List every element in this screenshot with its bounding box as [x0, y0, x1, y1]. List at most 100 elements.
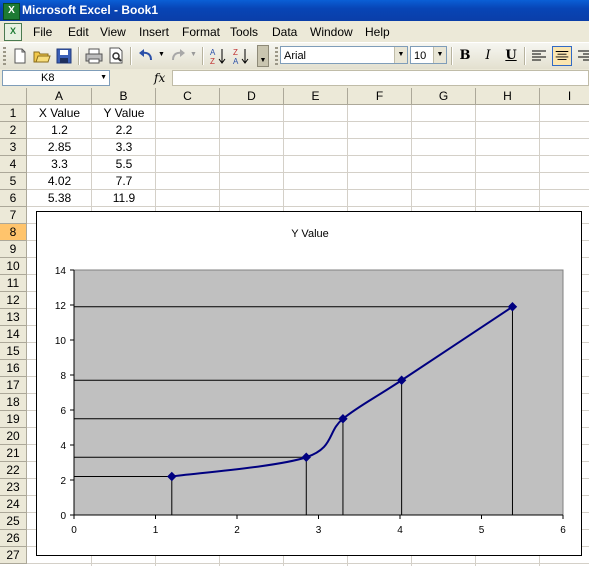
- row-header-16[interactable]: 16: [0, 360, 27, 377]
- svg-text:Z: Z: [210, 57, 215, 66]
- column-header-f[interactable]: F: [348, 88, 412, 105]
- cell-a4[interactable]: 3.3: [27, 156, 92, 173]
- row-header-9[interactable]: 9: [0, 241, 27, 258]
- font-name-select[interactable]: Arial ▼: [280, 46, 408, 64]
- row-header-1[interactable]: 1: [0, 105, 27, 122]
- column-header-i[interactable]: I: [540, 88, 589, 105]
- cell-b1[interactable]: Y Value: [92, 105, 156, 122]
- toolbar-grip[interactable]: [275, 47, 278, 65]
- cell-b5[interactable]: 7.7: [92, 173, 156, 190]
- row-header-13[interactable]: 13: [0, 309, 27, 326]
- menu-edit[interactable]: Edit: [68, 25, 89, 39]
- undo-dropdown-icon[interactable]: ▼: [158, 51, 165, 58]
- cell-b2[interactable]: 2.2: [92, 122, 156, 139]
- y-tick-label: 4: [60, 441, 66, 452]
- row-header-19[interactable]: 19: [0, 411, 27, 428]
- row-header-24[interactable]: 24: [0, 496, 27, 513]
- menu-help[interactable]: Help: [365, 25, 390, 39]
- row-header-14[interactable]: 14: [0, 326, 27, 343]
- row-header-17[interactable]: 17: [0, 377, 27, 394]
- chevron-down-icon[interactable]: ▼: [100, 74, 107, 81]
- cell-a5[interactable]: 4.02: [27, 173, 92, 190]
- y-tick-label: 8: [60, 371, 66, 382]
- name-box[interactable]: K8 ▼: [2, 70, 110, 86]
- cell-b3[interactable]: 3.3: [92, 139, 156, 156]
- row-header-10[interactable]: 10: [0, 258, 27, 275]
- cell-a2[interactable]: 1.2: [27, 122, 92, 139]
- select-all-corner[interactable]: [0, 88, 27, 105]
- embedded-chart[interactable]: Y Value 0 2 4 6 8 10 12 14 0 1 2 3 4 5 6: [36, 211, 582, 556]
- row-header-2[interactable]: 2: [0, 122, 27, 139]
- toolbar-options-icon[interactable]: ▼: [257, 45, 269, 67]
- cell-b6[interactable]: 11.9: [92, 190, 156, 207]
- new-document-icon[interactable]: [10, 46, 30, 66]
- row-header-8[interactable]: 8: [0, 224, 27, 241]
- row-header-22[interactable]: 22: [0, 462, 27, 479]
- column-header-e[interactable]: E: [284, 88, 348, 105]
- row-header-27[interactable]: 27: [0, 547, 27, 564]
- align-center-icon[interactable]: [552, 46, 572, 66]
- redo-dropdown-icon[interactable]: ▼: [190, 51, 197, 58]
- row-header-12[interactable]: 12: [0, 292, 27, 309]
- row-header-26[interactable]: 26: [0, 530, 27, 547]
- bold-button[interactable]: B: [455, 47, 475, 65]
- align-right-icon[interactable]: [575, 46, 589, 66]
- row-header-7[interactable]: 7: [0, 207, 27, 224]
- worksheet-grid[interactable]: ABCDEFGHI 1 2 3 4 5 6 7 8 9 10 11 12 13 14 15 16 17 18 19 2…: [0, 88, 589, 566]
- undo-icon[interactable]: [136, 46, 156, 66]
- y-tick-label: 6: [60, 406, 66, 417]
- workbook-icon[interactable]: X: [4, 23, 22, 41]
- menu-file[interactable]: File: [33, 25, 52, 39]
- excel-app-icon[interactable]: X: [3, 3, 20, 20]
- chevron-down-icon[interactable]: ▼: [433, 47, 446, 63]
- toolbar-grip[interactable]: [3, 47, 6, 65]
- row-header-11[interactable]: 11: [0, 275, 27, 292]
- row-header-23[interactable]: 23: [0, 479, 27, 496]
- cell-a6[interactable]: 5.38: [27, 190, 92, 207]
- cell-a1[interactable]: X Value: [27, 105, 92, 122]
- toolbar-separator: [130, 47, 132, 65]
- print-icon[interactable]: [84, 46, 104, 66]
- column-header-d[interactable]: D: [220, 88, 284, 105]
- sort-descending-icon[interactable]: ZA: [231, 46, 251, 66]
- font-size-select[interactable]: 10 ▼: [410, 46, 447, 64]
- column-header-h[interactable]: H: [476, 88, 540, 105]
- row-header-15[interactable]: 15: [0, 343, 27, 360]
- column-header-a[interactable]: A: [27, 88, 92, 105]
- menu-view[interactable]: View: [100, 25, 126, 39]
- open-folder-icon[interactable]: [32, 46, 52, 66]
- row-header-20[interactable]: 20: [0, 428, 27, 445]
- row-header-3[interactable]: 3: [0, 139, 27, 156]
- row-header-18[interactable]: 18: [0, 394, 27, 411]
- svg-text:A: A: [210, 48, 216, 57]
- row-header-21[interactable]: 21: [0, 445, 27, 462]
- save-icon[interactable]: [54, 46, 74, 66]
- row-header-4[interactable]: 4: [0, 156, 27, 173]
- italic-button[interactable]: I: [478, 47, 498, 65]
- menu-format[interactable]: Format: [182, 25, 220, 39]
- row-header-25[interactable]: 25: [0, 513, 27, 530]
- column-header-b[interactable]: B: [92, 88, 156, 105]
- redo-icon[interactable]: [168, 46, 188, 66]
- cell-a3[interactable]: 2.85: [27, 139, 92, 156]
- x-tick-label: 6: [560, 525, 566, 536]
- column-header-c[interactable]: C: [156, 88, 220, 105]
- print-preview-icon[interactable]: [106, 46, 126, 66]
- row-header-5[interactable]: 5: [0, 173, 27, 190]
- row-header-6[interactable]: 6: [0, 190, 27, 207]
- formula-input[interactable]: [172, 70, 589, 86]
- y-tick-label: 2: [60, 476, 66, 487]
- menu-tools[interactable]: Tools: [230, 25, 258, 39]
- menu-window[interactable]: Window: [310, 25, 353, 39]
- chart-svg: Y Value024681012140 1 2 3 4 5 6: [55, 228, 566, 536]
- cell-b4[interactable]: 5.5: [92, 156, 156, 173]
- column-header-g[interactable]: G: [412, 88, 476, 105]
- font-size-value: 10: [414, 50, 427, 62]
- align-left-icon[interactable]: [529, 46, 549, 66]
- menu-data[interactable]: Data: [272, 25, 297, 39]
- sort-ascending-icon[interactable]: AZ: [208, 46, 228, 66]
- underline-button[interactable]: U: [501, 47, 521, 65]
- chevron-down-icon[interactable]: ▼: [394, 47, 407, 63]
- insert-function-icon[interactable]: fx: [154, 71, 165, 85]
- menu-insert[interactable]: Insert: [139, 25, 169, 39]
